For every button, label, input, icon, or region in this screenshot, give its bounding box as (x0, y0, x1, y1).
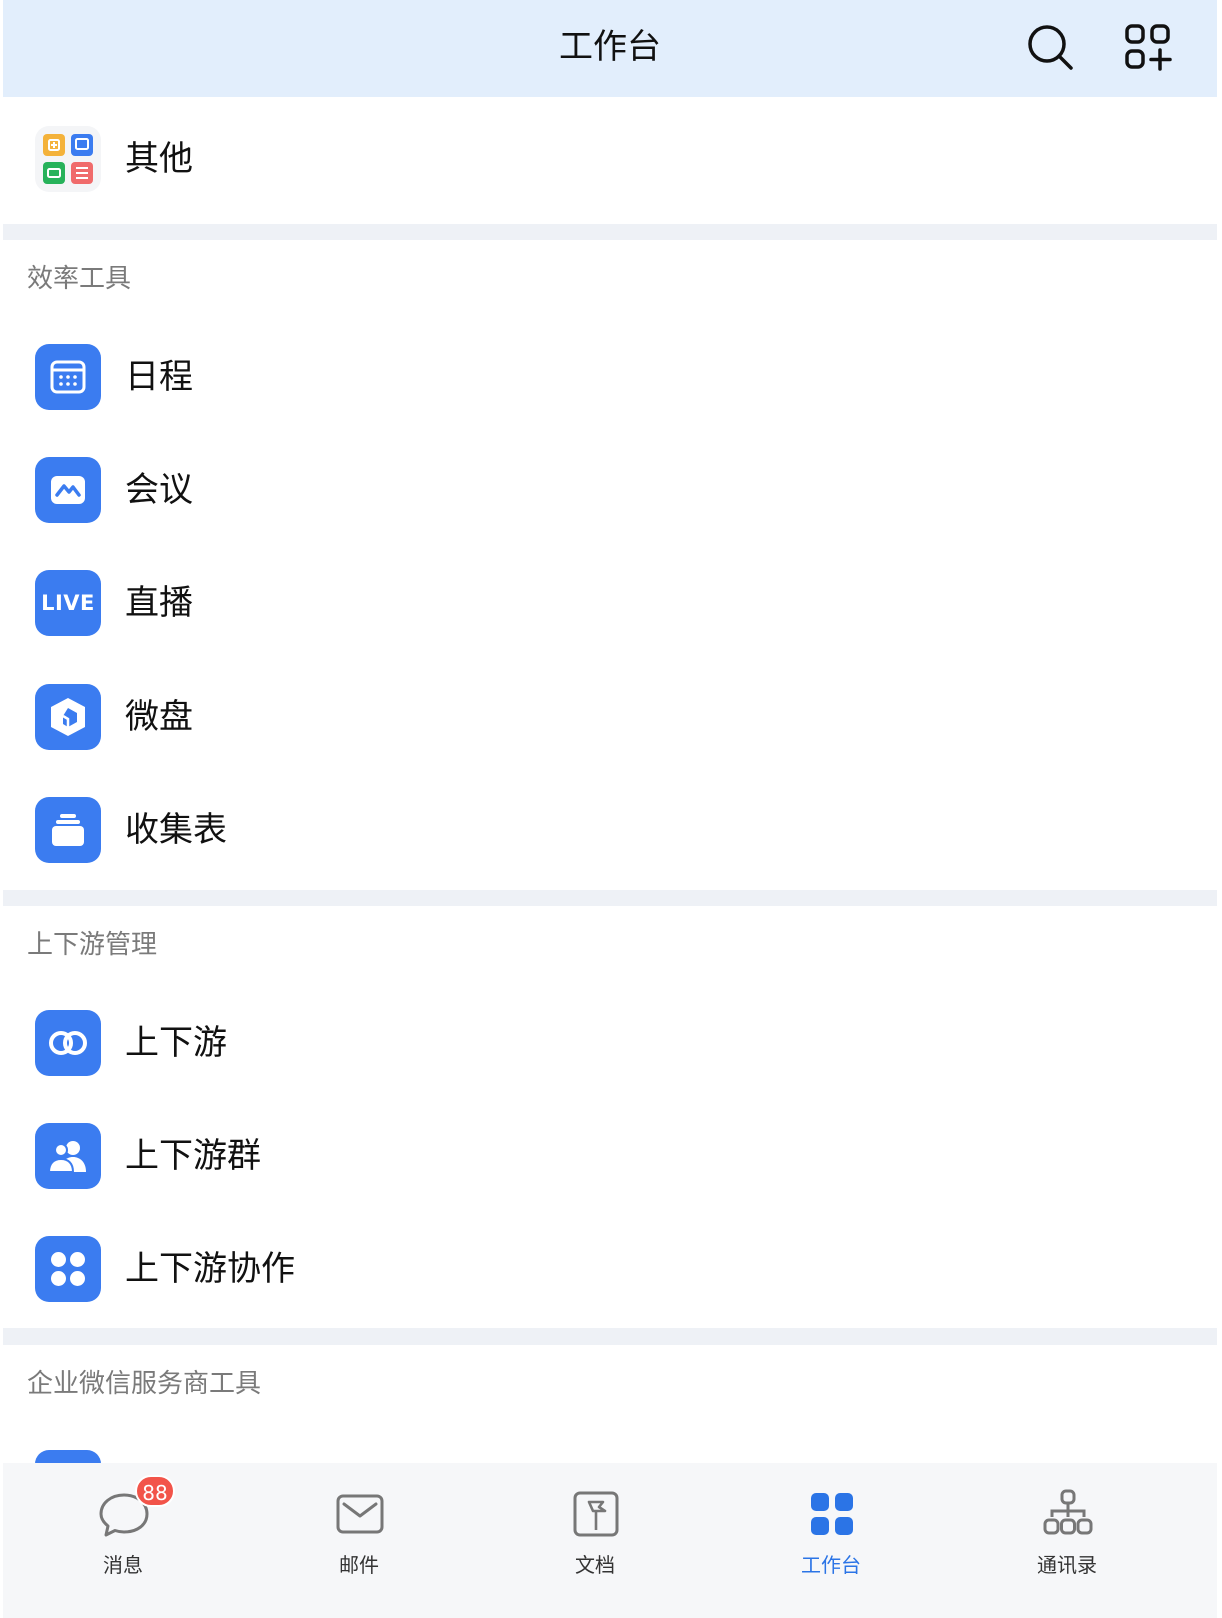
tab-label: 通讯录 (1037, 1553, 1097, 1577)
live-icon-text: LIVE (41, 591, 95, 615)
collab-icon (35, 1236, 101, 1302)
mail-icon (333, 1487, 387, 1541)
link-icon (35, 1010, 101, 1076)
section-title: 效率工具 (27, 264, 132, 294)
app-label: 其他 (125, 139, 193, 179)
app-label: 会议 (125, 470, 193, 510)
form-collect-icon (35, 797, 101, 863)
contacts-icon (1041, 1487, 1095, 1541)
tab-mail[interactable]: 邮件 (239, 1463, 479, 1618)
drive-icon (35, 684, 101, 750)
app-label: 收集表 (125, 810, 227, 850)
add-app-icon[interactable] (1123, 22, 1175, 74)
app-item-calendar[interactable]: 日程 (3, 327, 1217, 427)
app-item-collect-form[interactable]: 收集表 (3, 780, 1217, 880)
app-item-updown-group[interactable]: 上下游群 (3, 1106, 1217, 1206)
tab-docs[interactable]: 文档 (475, 1463, 715, 1618)
app-item-updown[interactable]: 上下游 (3, 993, 1217, 1093)
app-label: 上下游协作 (125, 1249, 295, 1289)
app-item-updown-collab[interactable]: 上下游协作 (3, 1219, 1217, 1319)
search-icon[interactable] (1025, 22, 1077, 74)
tab-label: 消息 (103, 1553, 143, 1577)
app-label: 上下游群 (125, 1136, 261, 1176)
section-title: 企业微信服务商工具 (27, 1369, 262, 1399)
section-efficiency-tools: 效率工具 日程 会议 LIVE 直播 微盘 收集表 (3, 240, 1217, 890)
app-label: 上下游 (125, 1023, 227, 1063)
bottom-tab-bar: 88 消息 邮件 文档 工作台 通讯录 (3, 1463, 1217, 1618)
app-label: 日程 (125, 357, 193, 397)
tab-label: 文档 (575, 1553, 615, 1577)
section-upstream-downstream: 上下游管理 上下游 上下游群 上下游协作 (3, 906, 1217, 1328)
app-item-drive[interactable]: 微盘 (3, 667, 1217, 767)
meeting-icon (35, 457, 101, 523)
tab-contacts[interactable]: 通讯录 (947, 1463, 1187, 1618)
workbench-icon (805, 1487, 859, 1541)
app-item-live[interactable]: LIVE 直播 (3, 553, 1217, 653)
app-item-other[interactable]: 其他 (3, 109, 1217, 209)
app-frame: 工作台 其他 效率工具 日程 会议 LIVE 直播 微盘 收集表 上下游管理 上… (3, 0, 1217, 1618)
live-icon: LIVE (35, 570, 101, 636)
tab-messages[interactable]: 88 消息 (3, 1463, 243, 1618)
doc-icon (569, 1487, 623, 1541)
app-label: 微盘 (125, 697, 193, 737)
top-section: 其他 (3, 97, 1217, 224)
calendar-icon (35, 344, 101, 410)
tab-workbench[interactable]: 工作台 (711, 1463, 951, 1618)
top-bar: 工作台 (3, 0, 1217, 97)
section-title: 上下游管理 (27, 930, 158, 960)
app-item-meeting[interactable]: 会议 (3, 440, 1217, 540)
group-icon (35, 1123, 101, 1189)
app-label: 直播 (125, 583, 193, 623)
unread-badge: 88 (135, 1475, 175, 1507)
other-apps-icon (35, 126, 101, 192)
tab-label: 邮件 (339, 1553, 379, 1577)
tab-label: 工作台 (801, 1553, 861, 1577)
